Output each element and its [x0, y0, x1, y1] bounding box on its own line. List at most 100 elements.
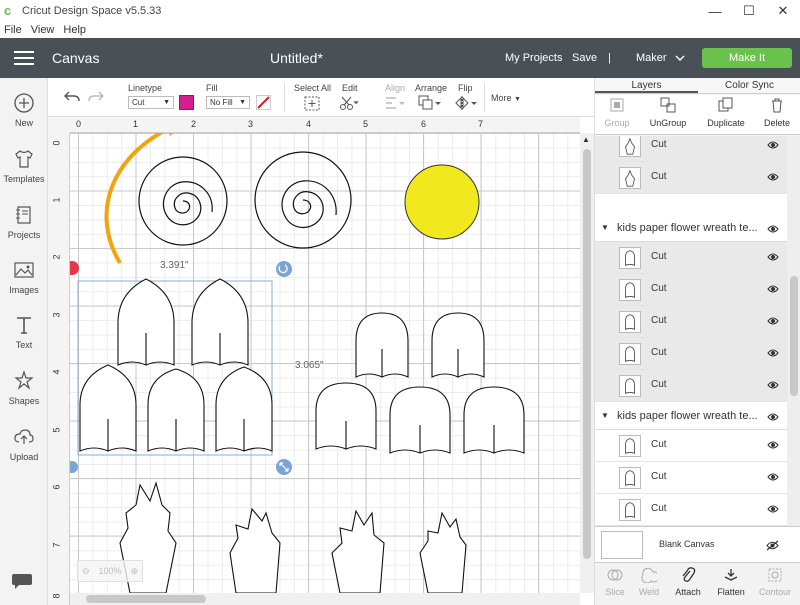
caret-down-icon[interactable]: ▼ [601, 411, 609, 420]
eye-icon[interactable] [767, 252, 779, 262]
eye-icon[interactable] [767, 172, 779, 182]
petal-thumbnail-icon [619, 499, 641, 521]
layer-row[interactable]: Cut [595, 274, 787, 306]
petal-shapes-group-2[interactable] [315, 312, 525, 454]
eye-icon[interactable] [767, 140, 779, 150]
menu-help[interactable]: Help [63, 24, 86, 36]
ruler-tick: 7 [51, 542, 62, 548]
redo-icon[interactable] [88, 90, 104, 104]
flatten-icon [724, 569, 738, 581]
layer-row[interactable]: Cut [595, 242, 787, 274]
arrange-icon[interactable] [418, 95, 442, 111]
layer-row[interactable]: Cut [595, 462, 787, 494]
machine-select[interactable]: Maker [636, 52, 685, 64]
eye-off-icon[interactable] [766, 540, 779, 551]
my-projects-button[interactable]: My Projects [505, 52, 562, 64]
blank-canvas-row[interactable]: Blank Canvas [595, 526, 800, 562]
zoom-out-button[interactable]: ⊖ [82, 566, 90, 577]
eye-icon[interactable] [767, 440, 779, 450]
layer-row[interactable]: Cut [595, 370, 787, 402]
layer-label: Cut [651, 347, 667, 358]
size-lock-handle[interactable] [70, 461, 78, 473]
scroll-up-icon[interactable]: ▲ [582, 135, 590, 144]
rotate-handle[interactable] [276, 261, 292, 277]
align-label: Align [385, 83, 406, 93]
zoom-in-button[interactable]: ⊕ [130, 566, 138, 577]
maximize-button[interactable]: ☐ [732, 0, 766, 22]
contour-button[interactable]: Contour [755, 567, 795, 597]
eye-icon[interactable] [767, 316, 779, 326]
duplicate-button[interactable]: Duplicate [703, 97, 749, 128]
section-title: Canvas [52, 50, 100, 66]
edit-toolbar: Linetype Cut ▼ Fill No Fill ▼ Select All… [48, 78, 594, 117]
layer-row[interactable]: Cut [595, 162, 787, 194]
petal-shapes-group[interactable] [79, 278, 273, 452]
save-button[interactable]: Save [572, 52, 597, 64]
sidebar-item-shapes[interactable]: Shapes [0, 370, 48, 406]
arrow-head [169, 133, 174, 136]
eye-icon[interactable] [767, 472, 779, 482]
tab-color-sync[interactable]: Color Sync [698, 78, 800, 93]
sidebar-item-templates[interactable]: Templates [0, 148, 48, 184]
delete-button[interactable]: Delete [759, 97, 795, 128]
menu-view[interactable]: View [31, 24, 55, 36]
eye-icon[interactable] [767, 380, 779, 390]
layer-row[interactable]: Cut [595, 494, 787, 526]
ungroup-button[interactable]: UnGroup [647, 97, 689, 128]
scroll-thumb[interactable] [86, 595, 206, 603]
fill-select[interactable]: No Fill ▼ [206, 96, 250, 109]
paperclip-icon [682, 567, 696, 582]
design-canvas[interactable]: 3.391" 3.065" [70, 133, 580, 593]
sidebar-item-new[interactable]: New [0, 92, 48, 128]
select-all-icon[interactable] [304, 96, 320, 111]
undo-icon[interactable] [64, 90, 80, 104]
linetype-select[interactable]: Cut ▼ [128, 96, 174, 109]
sidebar-label: Text [15, 340, 33, 350]
scroll-thumb[interactable] [583, 149, 591, 559]
make-it-button[interactable]: Make It [702, 48, 792, 68]
fill-none-swatch[interactable] [256, 95, 271, 110]
eye-icon[interactable] [767, 412, 779, 422]
spiral-shape[interactable] [254, 151, 352, 249]
sidebar-item-projects[interactable]: Projects [0, 204, 48, 240]
weld-button[interactable]: Weld [629, 567, 669, 597]
close-button[interactable]: ✕ [766, 0, 800, 22]
scroll-thumb[interactable] [790, 276, 798, 396]
flatten-button[interactable]: Flatten [711, 567, 751, 597]
minimize-button[interactable]: — [698, 0, 732, 22]
layer-row[interactable]: Cut [595, 306, 787, 338]
eye-icon[interactable] [767, 224, 779, 234]
flip-icon[interactable] [454, 95, 478, 111]
delete-handle[interactable] [70, 261, 79, 275]
eye-icon[interactable] [767, 504, 779, 514]
layer-row[interactable]: Cut [595, 136, 787, 162]
eye-icon[interactable] [767, 348, 779, 358]
more-button[interactable]: More ▼ [491, 93, 521, 103]
layers-scrollbar[interactable] [787, 136, 800, 526]
menu-file[interactable]: File [4, 24, 22, 36]
chat-icon[interactable] [11, 572, 33, 590]
linetype-color-swatch[interactable] [179, 95, 194, 110]
layer-label: Cut [651, 139, 667, 150]
yellow-circle-shape[interactable] [404, 164, 480, 240]
spiral-shape[interactable] [138, 156, 228, 246]
scissors-icon[interactable] [339, 96, 361, 111]
ungroup-icon [660, 97, 676, 113]
caret-down-icon[interactable]: ▼ [601, 223, 609, 232]
group-button[interactable]: Group [599, 97, 635, 128]
layer-group-header[interactable]: ▼ kids paper flower wreath te... [595, 404, 787, 430]
attach-button[interactable]: Attach [668, 567, 708, 597]
hamburger-menu-icon[interactable] [14, 51, 34, 65]
sidebar-item-upload[interactable]: Upload [0, 426, 48, 462]
layer-group-header[interactable]: ▼ kids paper flower wreath te... [595, 216, 787, 242]
layer-row[interactable]: Cut [595, 338, 787, 370]
sidebar-item-images[interactable]: Images [0, 259, 48, 295]
header-separator: | [608, 52, 611, 64]
layer-row[interactable]: Cut [595, 430, 787, 462]
tab-layers[interactable]: Layers [595, 78, 698, 93]
sidebar-item-text[interactable]: Text [0, 314, 48, 350]
canvas-vertical-scrollbar[interactable]: ▲ [580, 133, 594, 593]
canvas-horizontal-scrollbar[interactable] [70, 593, 580, 605]
eye-icon[interactable] [767, 284, 779, 294]
leaf-shapes-group[interactable] [119, 481, 467, 593]
